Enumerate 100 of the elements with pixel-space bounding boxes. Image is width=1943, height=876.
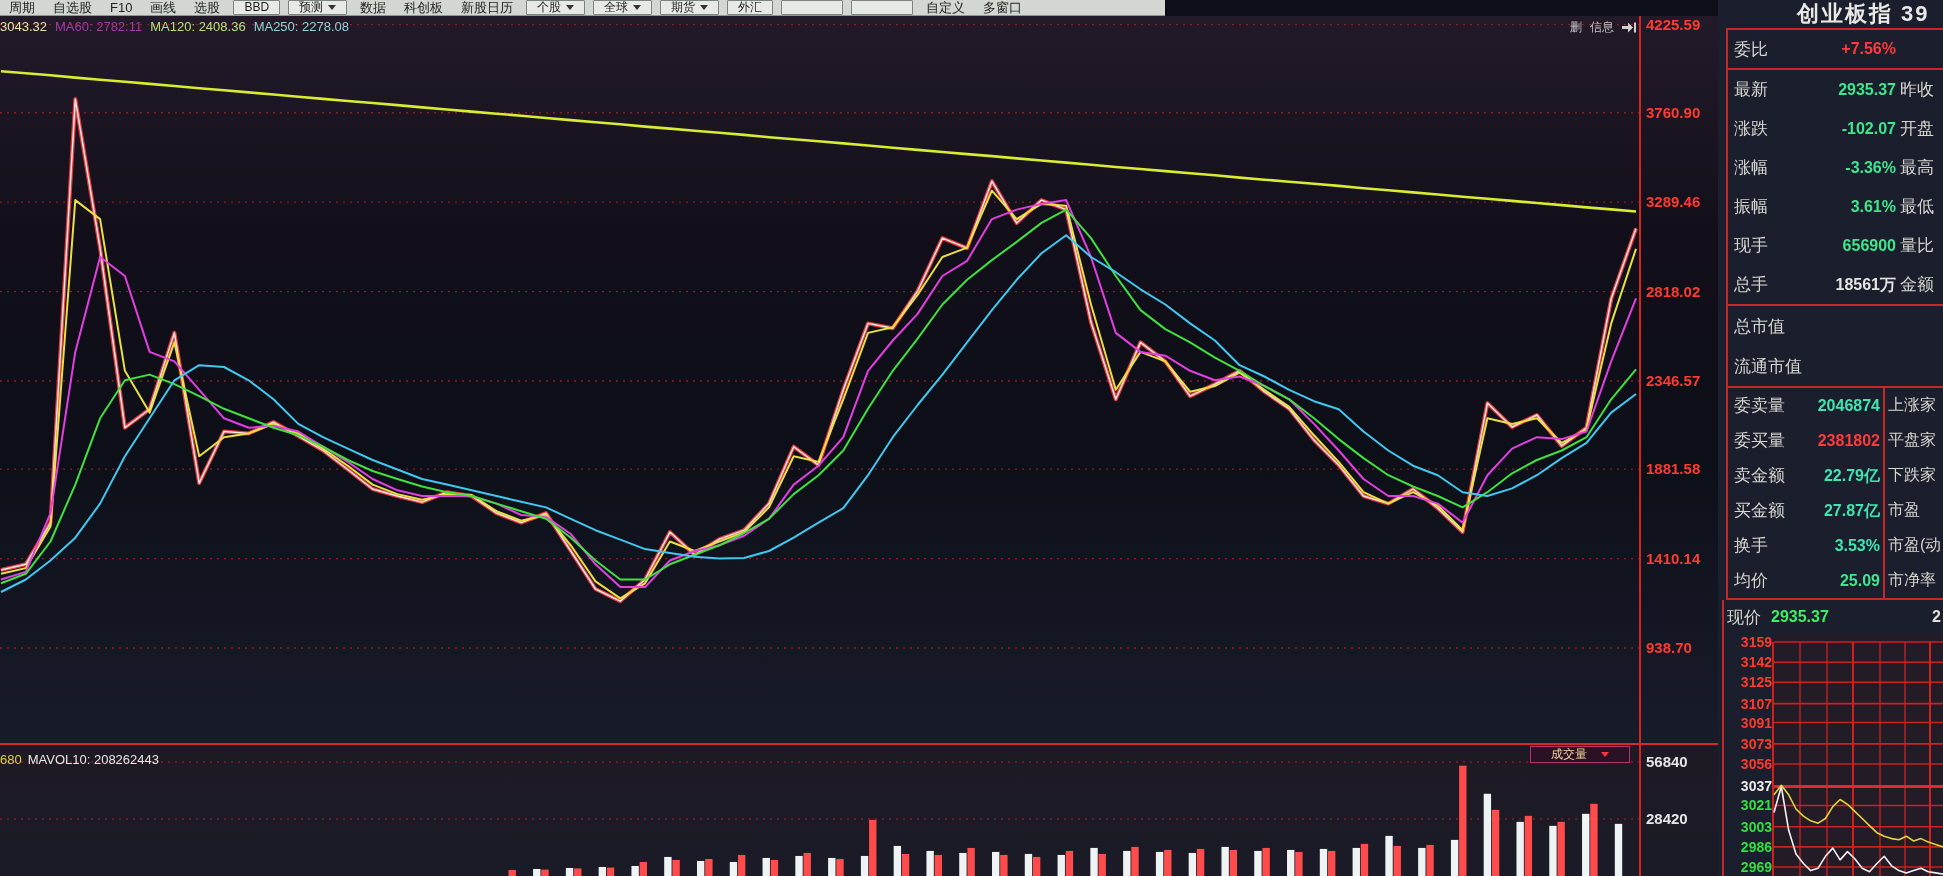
field-value: 22.79亿 (1823, 466, 1880, 485)
field-value: 2381802 (1817, 431, 1880, 450)
toolbar-button[interactable] (781, 0, 844, 15)
volume-bar (508, 870, 516, 876)
field-label: 买金额 (1733, 500, 1786, 522)
field-value: -102.07 (1841, 119, 1896, 138)
volume-bar (893, 845, 902, 876)
toolbar-link[interactable]: 新股日历 (452, 0, 523, 15)
toolbar-link[interactable]: 周期 (0, 0, 44, 15)
volume-bar (1155, 851, 1164, 876)
legend-text: MA250: 2278.08 (253, 19, 350, 35)
index-title: 创业板指 39 (1726, 0, 1943, 30)
field-label: 均价 (1733, 570, 1769, 592)
legend-text: 680 (0, 752, 22, 768)
axis-label: 3091 (1740, 714, 1772, 731)
field-label: 市盈(动 (1887, 535, 1943, 555)
field-value: 3.53% (1834, 536, 1880, 555)
field-label: 委比 (1733, 38, 1769, 61)
volume-bar (1614, 823, 1623, 876)
field-label: 涨跌 (1733, 118, 1769, 140)
axis-label: 3125 (1740, 674, 1772, 691)
caret-down-icon (633, 5, 642, 10)
axis-label: 938.70 (1646, 639, 1692, 656)
field-label: 总市值 (1733, 315, 1786, 338)
axis-label: 1410.14 (1646, 549, 1701, 567)
axis-label: 2346.57 (1646, 372, 1701, 389)
volume-bar (1024, 853, 1033, 876)
axis-label: 3073 (1740, 735, 1772, 752)
field-value: 18561万 (1835, 275, 1896, 294)
legend-text: MA60: 2782.11 (55, 19, 143, 35)
field-label: 现手 (1733, 235, 1769, 257)
toolbar-dropdown[interactable]: 个股 (526, 0, 586, 15)
toolbar-button[interactable]: BBD (233, 0, 281, 15)
field-label: 现价 (1727, 606, 1761, 629)
info-tool[interactable]: 信息 (1590, 20, 1614, 34)
axis-label: 2969 (1740, 859, 1772, 875)
legend-text: MAVOL10: 208262443 (27, 752, 159, 768)
field-label: 下跌家 (1887, 465, 1937, 485)
axis-label: 1881.58 (1646, 460, 1701, 478)
field-label: 市净率 (1887, 570, 1937, 590)
toolbar-button[interactable] (851, 0, 914, 15)
axis-label: 56840 (1646, 753, 1688, 770)
toolbar-button[interactable]: 外汇 (727, 0, 774, 15)
field-value: 25.09 (1839, 571, 1880, 590)
axis-label: 3037 (1740, 778, 1772, 795)
toolbar-link[interactable]: 画线 (141, 0, 186, 15)
axis-label: 4225.59 (1646, 16, 1701, 33)
axis-label: 3107 (1740, 695, 1772, 712)
toolbar-dropdown[interactable]: 期货 (660, 0, 720, 15)
volume-bar (1229, 849, 1238, 876)
axis-label: 3056 (1740, 756, 1772, 772)
volume-bar (901, 853, 910, 876)
axis-label: 2818.02 (1646, 282, 1701, 300)
field-label: 量比 (1899, 235, 1935, 257)
volume-bar (770, 859, 779, 876)
volume-bar (1188, 852, 1197, 876)
toolbar-link[interactable]: 科创板 (395, 0, 453, 15)
field-label: 市盈 (1887, 500, 1921, 520)
field-label: 平盘家 (1887, 430, 1937, 450)
volume-bar (1360, 843, 1369, 876)
toolbar-dropdown[interactable]: 全球 (593, 0, 653, 15)
legend-text: 3043.32 (0, 19, 47, 35)
field-label: 流通市值 (1733, 355, 1803, 378)
field-value: 27.87亿 (1823, 501, 1880, 520)
toolbar-link[interactable]: 选股 (185, 0, 230, 15)
field-label: 换手 (1733, 535, 1769, 557)
field-label: 最低 (1899, 196, 1935, 218)
field-label: 总手 (1733, 274, 1769, 296)
toolbar-dropdown[interactable]: 预测 (288, 0, 348, 15)
legend-text: MA120: 2408.36 (150, 19, 246, 35)
toolbar-link[interactable]: 多窗口 (974, 0, 1032, 15)
axis-label: 2986 (1740, 838, 1772, 855)
axis-label: 3142 (1740, 654, 1772, 671)
toolbar-link[interactable]: 数据 (351, 0, 396, 15)
field-label: 最高 (1899, 157, 1935, 179)
toolbar-link[interactable]: F10 (101, 0, 142, 15)
indicator-selector[interactable]: 成交量 (1530, 746, 1630, 763)
field-label: 金额 (1899, 274, 1935, 296)
field-value: 2935.37 (1838, 80, 1896, 99)
field-value: +7.56% (1841, 40, 1896, 58)
field-value: -3.36% (1845, 158, 1896, 177)
toolbar-link[interactable]: 自定义 (917, 0, 975, 15)
field-value: 2935.37 (1771, 608, 1829, 626)
arrow-to-line-icon[interactable] (1622, 21, 1636, 33)
field-value: 2 (1932, 608, 1942, 626)
caret-down-icon (566, 5, 575, 10)
caret-down-icon (328, 5, 337, 10)
field-label: 涨幅 (1733, 157, 1769, 179)
volume-bar (606, 867, 615, 876)
field-label: 委买量 (1733, 430, 1786, 452)
field-label: 开盘 (1899, 118, 1935, 140)
toolbar-link[interactable]: 自选股 (44, 0, 101, 15)
field-value: 3.61% (1850, 197, 1896, 216)
volume-bar (1319, 848, 1328, 876)
info-tool[interactable]: 删 (1570, 20, 1582, 34)
volume-bar (1065, 850, 1074, 876)
axis-label: 3021 (1740, 797, 1772, 814)
volume-bar (1491, 809, 1500, 876)
axis-label: 3289.46 (1646, 193, 1701, 211)
volume-bar (1524, 815, 1533, 876)
